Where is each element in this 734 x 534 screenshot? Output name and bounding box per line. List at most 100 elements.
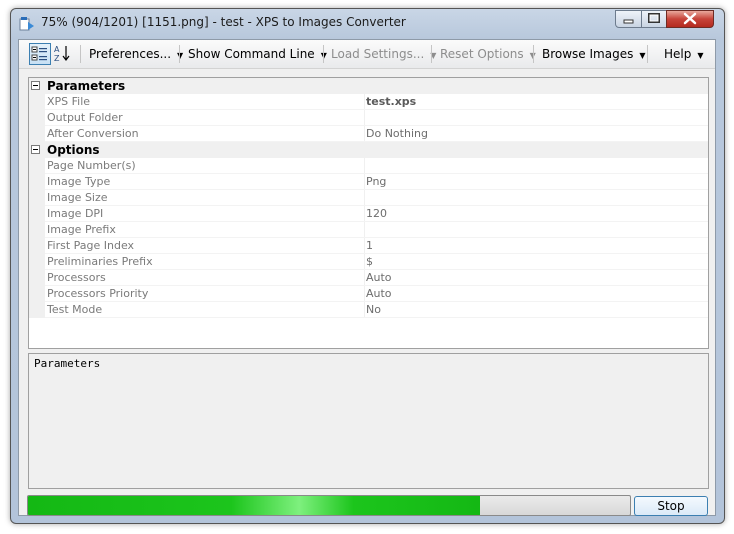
category-label: Parameters [47,79,126,93]
row-gutter [29,110,45,126]
property-name: After Conversion [47,127,139,140]
reset-options-dropdown[interactable]: Reset Options▼ [436,44,540,64]
property-name: Processors [47,271,106,284]
show-command-line-dropdown[interactable]: Show Command Line▼ [184,44,331,64]
progress-bar [27,495,631,516]
property-value[interactable] [364,158,366,174]
row-gutter [29,158,45,174]
dropdown-arrow-icon: ▼ [177,51,184,60]
property-name: XPS File [47,95,91,108]
category-label: Options [47,143,100,157]
row-gutter [29,270,45,286]
property-value[interactable]: test.xps [364,94,416,110]
load-settings-label: Load Settings... [331,47,425,61]
property-row-preliminaries-prefix[interactable]: Preliminaries Prefix $ [29,254,708,270]
categorized-view-button[interactable] [29,43,51,65]
svg-text:Z: Z [54,54,60,63]
toolbar-separator [80,45,81,63]
property-value[interactable]: Auto [364,270,392,286]
row-gutter [29,222,45,238]
category-options[interactable]: Options [29,142,708,158]
app-icon [19,17,34,31]
property-name: Processors Priority [47,287,149,300]
property-value[interactable] [364,110,366,126]
property-name: Output Folder [47,111,123,124]
property-name: Image Prefix [47,223,116,236]
property-name: Preliminaries Prefix [47,255,153,268]
property-value[interactable]: No [364,302,381,318]
row-gutter [29,94,45,110]
property-row-image-dpi[interactable]: Image DPI 120 [29,206,708,222]
dropdown-arrow-icon: ▼ [697,51,704,60]
toolbar-separator [647,45,648,63]
dropdown-arrow-icon: ▼ [639,51,646,60]
preferences-dropdown[interactable]: Preferences... ▼ [85,44,187,64]
categorized-icon [31,46,47,61]
toolbar-separator [431,45,432,63]
sort-az-icon: A Z [54,45,70,63]
property-name: Image Size [47,191,108,204]
minimize-button[interactable] [615,10,642,28]
property-row-image-size[interactable]: Image Size [29,190,708,206]
property-row-processors-priority[interactable]: Processors Priority Auto [29,286,708,302]
row-gutter [29,238,45,254]
svg-text:A: A [54,45,60,54]
property-name: Test Mode [47,303,103,316]
collapse-icon[interactable] [31,81,40,90]
description-title: Parameters [34,357,101,370]
main-window: 75% (904/1201) [1151.png] - test - XPS t… [10,8,725,524]
minimize-icon [623,19,634,24]
row-gutter [29,206,45,222]
stop-button[interactable]: Stop [634,496,708,516]
row-gutter [29,254,45,270]
maximize-button[interactable] [641,10,667,28]
property-row-output-folder[interactable]: Output Folder [29,110,708,126]
property-name: Image Type [47,175,111,188]
load-settings-dropdown[interactable]: Load Settings... ▼ [327,44,440,64]
property-grid: Parameters XPS File test.xps Output Fold… [28,77,709,349]
row-gutter [29,174,45,190]
toolbar-separator [179,45,180,63]
property-value[interactable]: 1 [364,238,373,254]
property-value[interactable] [364,190,366,206]
property-row-image-prefix[interactable]: Image Prefix [29,222,708,238]
property-name: First Page Index [47,239,135,252]
toolbar: A Z Preferences...▼ Show Command Line▼ L… [19,40,715,69]
property-row-image-type[interactable]: Image Type Png [29,174,708,190]
property-row-first-page-index[interactable]: First Page Index 1 [29,238,708,254]
reset-options-label: Reset Options [440,47,524,61]
property-value[interactable]: Auto [364,286,392,302]
category-parameters[interactable]: Parameters [29,78,708,94]
help-dropdown[interactable]: Help ▼ [660,44,708,64]
property-name: Image DPI [47,207,104,220]
property-row-page-numbers[interactable]: Page Number(s) [29,158,708,174]
close-button[interactable] [666,10,714,28]
browse-images-dropdown[interactable]: Browse Images ▼ [538,44,650,64]
row-gutter [29,302,45,318]
property-value[interactable]: Do Nothing [364,126,428,142]
help-label: Help [664,47,692,61]
toolbar-separator [533,45,534,63]
title-bar[interactable]: 75% (904/1201) [1151.png] - test - XPS t… [11,9,724,39]
browse-images-label: Browse Images [542,47,634,61]
description-panel: Parameters [28,353,709,489]
alphabetical-sort-button[interactable]: A Z [52,43,74,65]
collapse-icon[interactable] [31,145,40,154]
property-value[interactable]: $ [364,254,373,270]
show-command-line-label: Show Command Line [188,47,315,61]
property-name: Page Number(s) [47,159,136,172]
row-gutter [29,190,45,206]
window-title: 75% (904/1201) [1151.png] - test - XPS t… [41,15,406,29]
property-value[interactable]: 120 [364,206,387,222]
maximize-icon [648,13,660,23]
property-value[interactable] [364,222,366,238]
property-row-test-mode[interactable]: Test Mode No [29,302,708,318]
property-value[interactable]: Png [364,174,386,190]
property-row-xps-file[interactable]: XPS File test.xps [29,94,708,110]
client-area: A Z Preferences...▼ Show Command Line▼ L… [18,39,716,516]
property-row-processors[interactable]: Processors Auto [29,270,708,286]
close-icon [683,12,697,25]
progress-fill [28,496,480,515]
preferences-label: Preferences... [89,47,172,61]
property-row-after-conversion[interactable]: After Conversion Do Nothing [29,126,708,142]
